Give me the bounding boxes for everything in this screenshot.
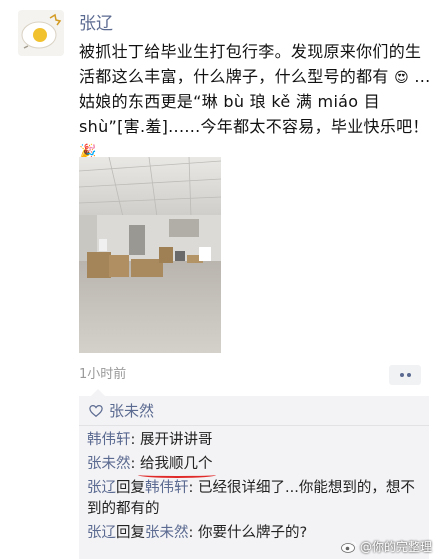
post-text: 被抓壮丁给毕业生打包行李。发现原来你们的生活都这么丰富，什么牌子，什么型号的都有… [79,40,431,165]
more-button[interactable] [389,365,421,385]
comment-item[interactable]: 韩伟轩: 展开讲讲哥 [87,430,423,451]
avatar[interactable] [18,10,64,56]
comment-author[interactable]: 张辽 [87,480,116,496]
weibo-icon [341,541,357,553]
comment-text: : 你要什么牌子的? [188,525,308,541]
post-author[interactable]: 张辽 [79,12,113,36]
comment-author[interactable]: 韩伟轩 [87,432,131,448]
post-time: 1小时前 [79,367,127,382]
comment-author[interactable]: 张未然 [87,456,131,472]
moments-post: 张辽 被抓壮丁给毕业生打包行李。发现原来你们的生活都这么丰富，什么牌子，什么型号… [0,0,440,559]
avatar-egg-icon [18,10,64,56]
reply-target[interactable]: 张未然 [145,525,189,541]
like-name[interactable]: 张未然 [109,400,154,421]
comments-panel: 张未然 韩伟轩: 展开讲讲哥 张未然: 给我顺几个 张辽回复韩伟轩: 已经很详细… [79,389,429,559]
heart-icon [89,404,103,417]
post-photo[interactable] [79,157,221,353]
comment-item[interactable]: 张未然: 给我顺几个 [87,454,423,478]
post-meta-row: 1小时前 [79,362,421,388]
more-dots-icon [406,373,411,377]
reply-word: 回复 [116,525,145,541]
post-text-part1: 被抓壮丁给毕业生打包行李。发现原来你们的生活都这么丰富，什么牌子，什么型号的都有 [79,42,422,86]
reply-target[interactable]: 韩伟轩 [145,480,189,496]
likes-row: 张未然 [79,396,429,426]
comment-text: : 展开讲讲哥 [130,432,213,448]
comment-text-underlined: 给我顺几个 [138,454,215,478]
comment-text: : [130,456,140,472]
watermark-text: @你的完整理 [359,540,432,554]
reply-word: 回复 [116,480,145,496]
comment-author[interactable]: 张辽 [87,525,116,541]
comment-item[interactable]: 张辽回复韩伟轩: 已经很详细了...你能想到的，想不到的都有的 [87,478,423,520]
more-dots-icon [399,373,404,377]
room-with-boxes-image [79,157,221,353]
watermark: @你的完整理 [341,538,432,555]
heart-eyes-emoji: 😍 [394,69,409,86]
